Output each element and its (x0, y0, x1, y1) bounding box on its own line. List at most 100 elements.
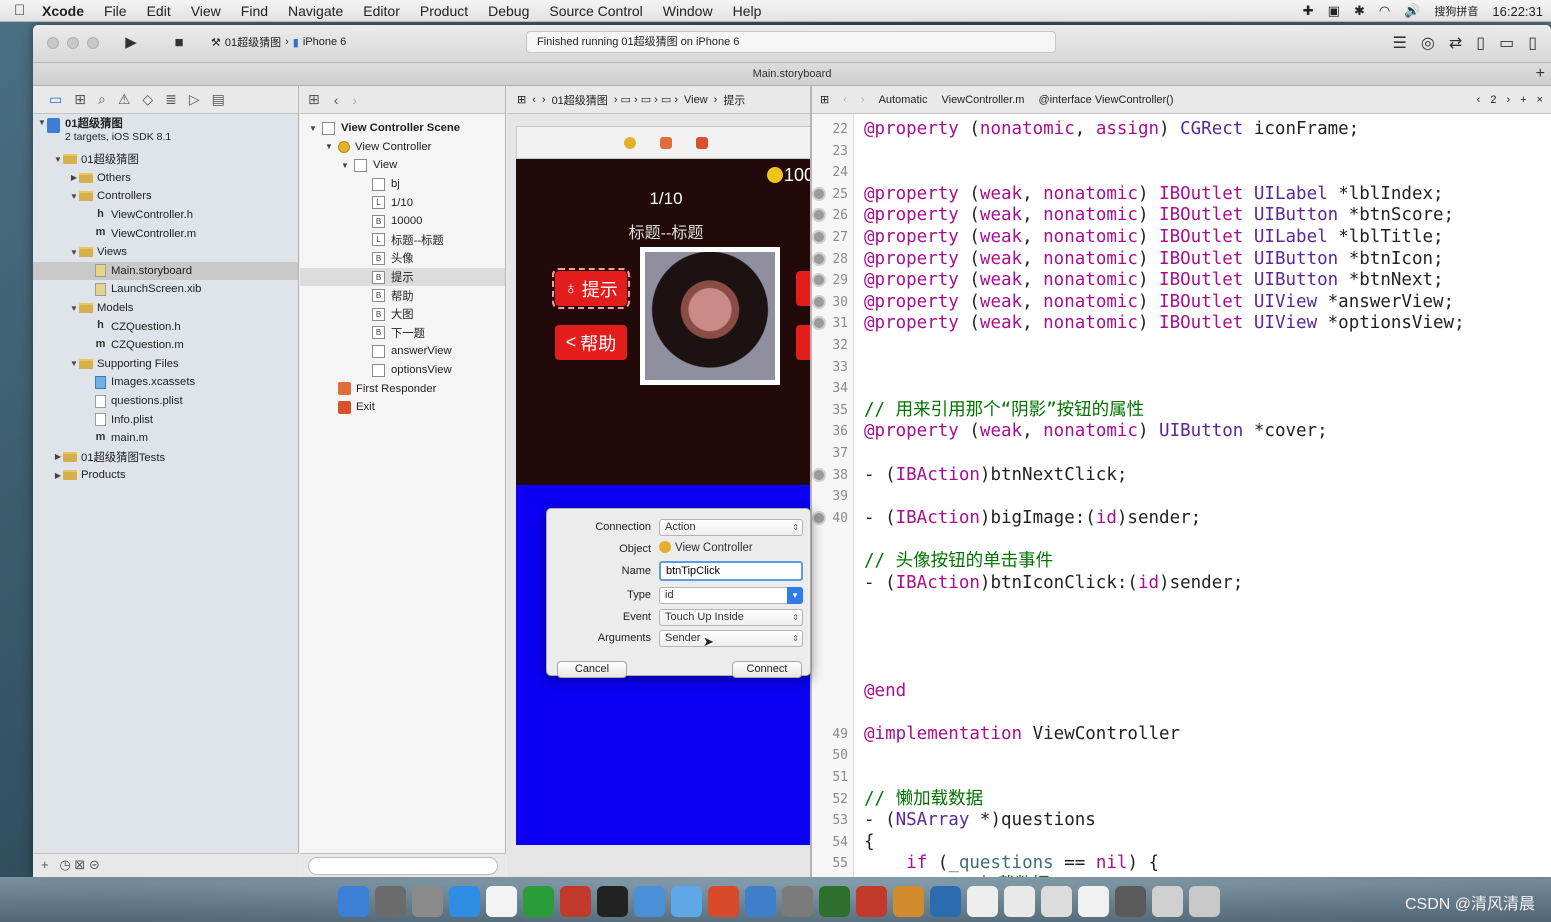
outline-item[interactable]: B 10000 (300, 212, 505, 231)
outline-filter-input[interactable] (308, 857, 498, 875)
filezilla-icon[interactable] (856, 885, 887, 917)
code-line[interactable]: 54 { (812, 832, 1551, 854)
disclosure-icon[interactable]: ▼ (53, 155, 63, 164)
code-line[interactable]: 29 @property (weak, nonatomic) IBOutlet U… (812, 270, 1551, 292)
code-line[interactable]: 55 if (_questions == nil) { (812, 853, 1551, 875)
code-line[interactable]: 33 (812, 357, 1551, 379)
code-line[interactable]: 53 - (NSArray *)questions (812, 810, 1551, 832)
menu-view[interactable]: View (191, 3, 221, 19)
navigator-item[interactable]: h CZQuestion.h (33, 317, 298, 336)
app-icon[interactable] (893, 885, 924, 917)
navigator-item[interactable]: m ViewController.m (33, 224, 298, 243)
notes-icon[interactable] (486, 885, 517, 917)
arguments-select[interactable]: Sender ⇕ (659, 630, 803, 647)
utilities-toggle-icon[interactable]: ▯ (1528, 33, 1537, 53)
system-prefs-icon[interactable] (375, 885, 406, 917)
tip-button[interactable]: ♁ 提示 (552, 268, 630, 309)
finder-icon[interactable] (338, 885, 369, 917)
related-items-icon[interactable]: ⊞ (820, 93, 829, 106)
xcode-icon[interactable] (634, 885, 665, 917)
navigator-item[interactable]: ▼ Supporting Files (33, 355, 298, 374)
media-icon[interactable] (819, 885, 850, 917)
disclosure-icon[interactable]: ▼ (340, 161, 350, 170)
version-editor-icon[interactable]: ⇄ (1449, 33, 1462, 53)
close-editor-icon[interactable]: × (1537, 94, 1543, 106)
exit-icon[interactable] (696, 136, 708, 149)
code-line[interactable] (812, 659, 1551, 681)
navigator-item[interactable]: Main.storyboard (33, 261, 298, 281)
code-line[interactable]: 38 - (IBAction)btnNextClick; (812, 465, 1551, 487)
jump-project[interactable]: 01超级猜图 (552, 92, 608, 108)
instruments-icon[interactable] (782, 885, 813, 917)
disclosure-icon[interactable]: ▼ (324, 142, 334, 151)
menu-debug[interactable]: Debug (488, 3, 529, 19)
outline-item[interactable]: B 下一题 (300, 324, 505, 343)
code-line[interactable]: 40 - (IBAction)bigImage:(id)sender; (812, 508, 1551, 530)
disclosure-icon[interactable]: ▼ (308, 124, 318, 133)
code-line[interactable]: - (IBAction)btnIconClick:(id)sender; (812, 573, 1551, 595)
navigator-item[interactable]: ▶ Others (33, 169, 298, 188)
outline-scene[interactable]: ▼ View Controller Scene (300, 119, 505, 138)
jump-mode[interactable]: Automatic (879, 94, 928, 106)
navigator-item[interactable]: questions.plist (33, 392, 298, 411)
menu-find[interactable]: Find (241, 3, 268, 19)
navigator-item[interactable]: ▶ Products (33, 466, 298, 485)
navigator-item[interactable]: ▼ Views (33, 243, 298, 262)
back-icon[interactable]: ‹ (334, 92, 339, 108)
code-line[interactable]: 32 (812, 335, 1551, 357)
disclosure-icon[interactable]: ▶ (53, 471, 63, 480)
volume-icon[interactable]: 🔊 (1404, 3, 1420, 19)
code-line[interactable]: 25 @property (weak, nonatomic) IBOutlet U… (812, 184, 1551, 206)
menu-editor[interactable]: Editor (363, 3, 400, 19)
event-select[interactable]: Touch Up Inside ⇕ (659, 609, 803, 626)
navigator-item[interactable]: m CZQuestion.m (33, 336, 298, 355)
view-controller-icon[interactable] (624, 136, 636, 149)
code-line[interactable]: 30 @property (weak, nonatomic) IBOutlet U… (812, 292, 1551, 314)
outline-item[interactable]: B 大图 (300, 305, 505, 324)
outline-item[interactable]: answerView (300, 342, 505, 361)
code-line[interactable]: 28 @property (weak, nonatomic) IBOutlet U… (812, 249, 1551, 271)
jump-file[interactable]: ViewController.m (941, 94, 1024, 106)
outline-item[interactable]: L 标题--标题 (300, 231, 505, 250)
code-line[interactable] (812, 637, 1551, 659)
code-line[interactable]: 51 (812, 767, 1551, 789)
app-icon[interactable] (930, 885, 961, 917)
jump-view[interactable]: View (684, 94, 708, 106)
related-items-icon[interactable]: ⊞ (308, 91, 320, 108)
menu-window[interactable]: Window (663, 3, 713, 19)
code-line[interactable]: 39 (812, 486, 1551, 508)
add-icon[interactable]: + (41, 857, 49, 872)
code-line[interactable]: 52 // 懒加载数据 (812, 789, 1551, 811)
wifi-icon[interactable]: ◠ (1379, 3, 1390, 19)
outline-item[interactable]: B 头像 (300, 249, 505, 268)
navigator-toggle-icon[interactable]: ▯ (1476, 33, 1485, 53)
plus-icon[interactable]: ✚ (1303, 3, 1314, 19)
code-line[interactable]: @end (812, 681, 1551, 703)
code-line[interactable]: 36 @property (weak, nonatomic) UIButton *… (812, 421, 1551, 443)
next-counterpart-icon[interactable]: › (1506, 94, 1510, 106)
name-input[interactable] (659, 561, 803, 581)
avatar-button[interactable] (640, 247, 780, 385)
help-button[interactable]: < 帮助 (555, 325, 627, 360)
disclosure-icon[interactable]: ▼ (37, 118, 47, 127)
menu-product[interactable]: Product (420, 3, 468, 19)
display-icon[interactable] (1115, 885, 1146, 917)
trash-icon[interactable] (1189, 885, 1220, 917)
first-responder-icon[interactable] (660, 136, 672, 149)
code-line[interactable]: 26 @property (weak, nonatomic) IBOutlet U… (812, 205, 1551, 227)
back-icon[interactable]: ‹ (532, 94, 536, 106)
menu-source-control[interactable]: Source Control (549, 3, 642, 19)
close-button[interactable] (47, 37, 59, 49)
code-line[interactable] (812, 529, 1551, 551)
navigator-item[interactable]: Info.plist (33, 410, 298, 429)
minimize-button[interactable] (67, 37, 79, 49)
add-tab-icon[interactable]: + (1536, 63, 1545, 85)
onenote-icon[interactable] (560, 885, 591, 917)
breakpoint-icon[interactable]: ▷ (189, 91, 200, 108)
next-button[interactable] (796, 325, 811, 360)
code-line[interactable]: 50 (812, 745, 1551, 767)
folder-icon[interactable] (1078, 885, 1109, 917)
menu-file[interactable]: File (104, 3, 127, 19)
apple-icon[interactable]:  (14, 2, 30, 19)
outline-item[interactable]: bj (300, 175, 505, 194)
